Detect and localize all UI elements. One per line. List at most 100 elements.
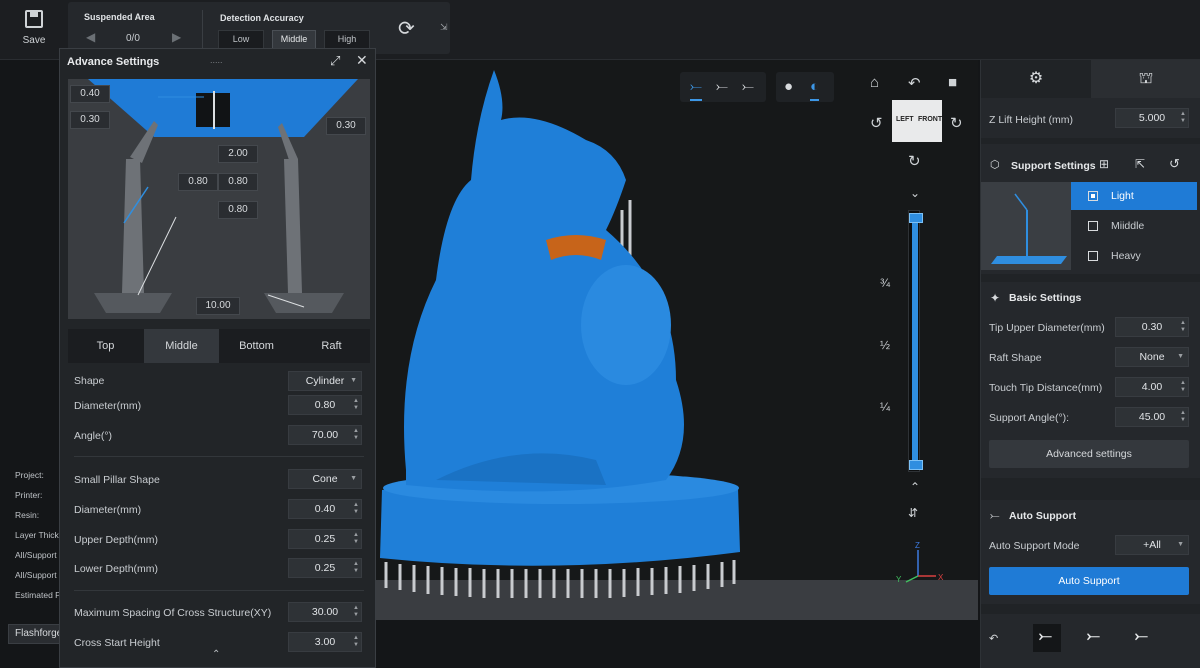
scroll-up-chevron-icon[interactable]: ⌃ [212,649,220,660]
spin-arrows-icon[interactable]: ▲ ▼ [1180,380,1186,394]
next-suspended-button[interactable]: ▶ [172,30,181,44]
slider-sync-icon[interactable]: ⇵ [908,506,918,520]
refresh-icon[interactable]: ⟳ [398,16,415,41]
divider [74,590,364,591]
small-diameter-input[interactable]: 0.40 ▲ ▼ [288,499,362,519]
shaded-sphere-icon[interactable]: ◐ [810,78,820,101]
spin-arrows-icon[interactable]: ▲ ▼ [1180,320,1186,334]
support-tab-icon: ⛫ [1138,70,1154,87]
support-base-icon[interactable]: ⤚ [742,78,754,95]
touch-tip-distance-input[interactable]: 4.00 ▲ ▼ [1115,377,1189,397]
home-view-icon[interactable]: ⌂ [870,74,879,91]
lower-depth-input[interactable]: 0.25 ▲ ▼ [288,558,362,578]
magic-wand-icon: ✦ [990,291,1001,305]
drag-handle[interactable]: ..... [210,55,223,65]
cube-front-face[interactable]: FRONT [918,116,942,123]
auto-support-section: ⤚ Auto Support Auto Support Mode +All ▼ A… [981,500,1200,604]
spin-arrows-icon[interactable]: ▲ ▼ [353,398,359,412]
preset-middle[interactable]: Miiddle [1071,212,1197,240]
accuracy-high-button[interactable]: High [324,30,370,49]
angle-value: 70.00 [311,429,339,441]
support-angle-input[interactable]: 45.00 ▲ ▼ [1115,407,1189,427]
basic-settings-title: Basic Settings [1009,292,1082,304]
spin-arrows-icon[interactable]: ▲ ▼ [353,502,359,516]
angle-label: Angle(°) [74,430,113,442]
cross-start-height-input[interactable]: 3.00 ▲ ▼ [288,632,362,652]
cross-spacing-input[interactable]: 30.00 ▲ ▼ [288,602,362,622]
auto-support-mode-select[interactable]: +All ▼ [1115,535,1189,555]
edit-support-icon[interactable]: ⤚ [1087,628,1100,646]
advanced-settings-button[interactable]: Advanced settings [989,440,1189,468]
tab-file-settings[interactable]: ⚙ [981,60,1091,98]
support-mid-icon[interactable]: ⤚ [716,78,728,95]
layer-slider-upper-handle[interactable] [909,213,923,223]
rotate-right-icon[interactable]: ↻ [950,114,963,132]
support-tip-icon[interactable]: ⤚ [690,78,703,101]
rotate-left-icon[interactable]: ↺ [870,114,883,132]
solid-sphere-icon[interactable]: ● [784,78,793,95]
accuracy-low-button[interactable]: Low [218,30,264,49]
tab-support[interactable]: ⛫ [1091,60,1200,98]
delete-support-icon[interactable]: ⤚ [1135,628,1148,646]
import-preset-icon[interactable]: ⊞ [1099,157,1109,171]
accuracy-middle-button[interactable]: Middle [272,30,316,49]
spin-arrows-icon[interactable]: ▲ ▼ [353,532,359,546]
preset-heavy[interactable]: Heavy [1071,242,1197,270]
raft-shape-select[interactable]: None ▼ [1115,347,1189,367]
collapse-icon[interactable]: ⇲ [440,22,448,33]
layer-slider-lower-handle[interactable] [909,460,923,470]
render-mode-toolbar: ● ◐ [776,72,834,102]
diagram-label-pillar-diameter: 0.80 [178,173,218,191]
upper-depth-input[interactable]: 0.25 ▲ ▼ [288,529,362,549]
reset-preset-icon[interactable]: ↺ [1169,156,1180,172]
auto-support-icon: ⤚ [990,508,1000,522]
box-view-icon[interactable]: ■ [948,74,957,91]
auto-support-mode-value: +All [1143,539,1161,551]
save-button[interactable]: Save [14,8,54,46]
slider-down-chevron-icon[interactable]: ⌃ [910,480,920,494]
slider-up-chevron-icon[interactable]: ⌄ [910,186,920,200]
rotate-down-icon[interactable]: ↻ [908,152,921,170]
diameter-value: 0.80 [314,399,336,411]
auto-support-mode-label: Auto Support Mode [989,540,1080,552]
spin-arrows-icon[interactable]: ▲ ▼ [353,635,359,649]
tip-upper-diameter-input[interactable]: 0.30 ▲ ▼ [1115,317,1189,337]
support-angle-value: 45.00 [1138,411,1166,423]
diameter-input[interactable]: 0.80 ▲ ▼ [288,395,362,415]
tab-bottom[interactable]: Bottom [219,329,294,363]
auto-support-button[interactable]: Auto Support [989,567,1189,595]
save-label: Save [22,35,46,46]
axis-gizmo: Z X Y [896,541,944,584]
undo-tool-icon[interactable]: ↶ [989,632,998,645]
expand-icon[interactable]: ⤢ [330,53,340,69]
chevron-down-icon: ▼ [350,377,357,384]
prev-suspended-button[interactable]: ◀ [86,30,95,44]
info-resin: Resin: [15,510,40,520]
toolbar-divider [202,10,203,48]
info-printer: Printer: [15,490,43,500]
upper-depth-label: Upper Depth(mm) [74,534,159,546]
tab-top[interactable]: Top [68,329,143,363]
add-support-tool[interactable]: ⤚ [1033,624,1061,652]
view-cube[interactable]: LEFT FRONT [892,100,942,142]
spin-arrows-icon[interactable]: ▲ ▼ [1180,410,1186,424]
undo-view-icon[interactable]: ↶ [908,74,921,92]
support-preview-thumbnail [981,182,1071,270]
z-lift-input[interactable]: 5.000 ▲ ▼ [1115,108,1189,128]
small-pillar-shape-select[interactable]: Cone ▼ [288,469,362,489]
spin-arrows-icon[interactable]: ▲ ▼ [1180,111,1186,125]
small-diameter-value: 0.40 [314,503,336,515]
printer-selector[interactable]: Flashforge [8,624,64,644]
angle-input[interactable]: 70.00 ▲ ▼ [288,425,362,445]
export-preset-icon[interactable]: ⇱ [1135,157,1145,171]
cross-start-height-label: Cross Start Height [74,637,160,649]
shape-select[interactable]: Cylinder ▼ [288,371,362,391]
cube-left-face[interactable]: LEFT [896,116,914,123]
tab-raft[interactable]: Raft [294,329,369,363]
preset-light[interactable]: Light [1071,182,1197,210]
spin-arrows-icon[interactable]: ▲ ▼ [353,605,359,619]
spin-arrows-icon[interactable]: ▲ ▼ [353,561,359,575]
close-icon[interactable]: ✕ [356,52,368,69]
tab-middle[interactable]: Middle [144,329,219,363]
spin-arrows-icon[interactable]: ▲ ▼ [353,428,359,442]
